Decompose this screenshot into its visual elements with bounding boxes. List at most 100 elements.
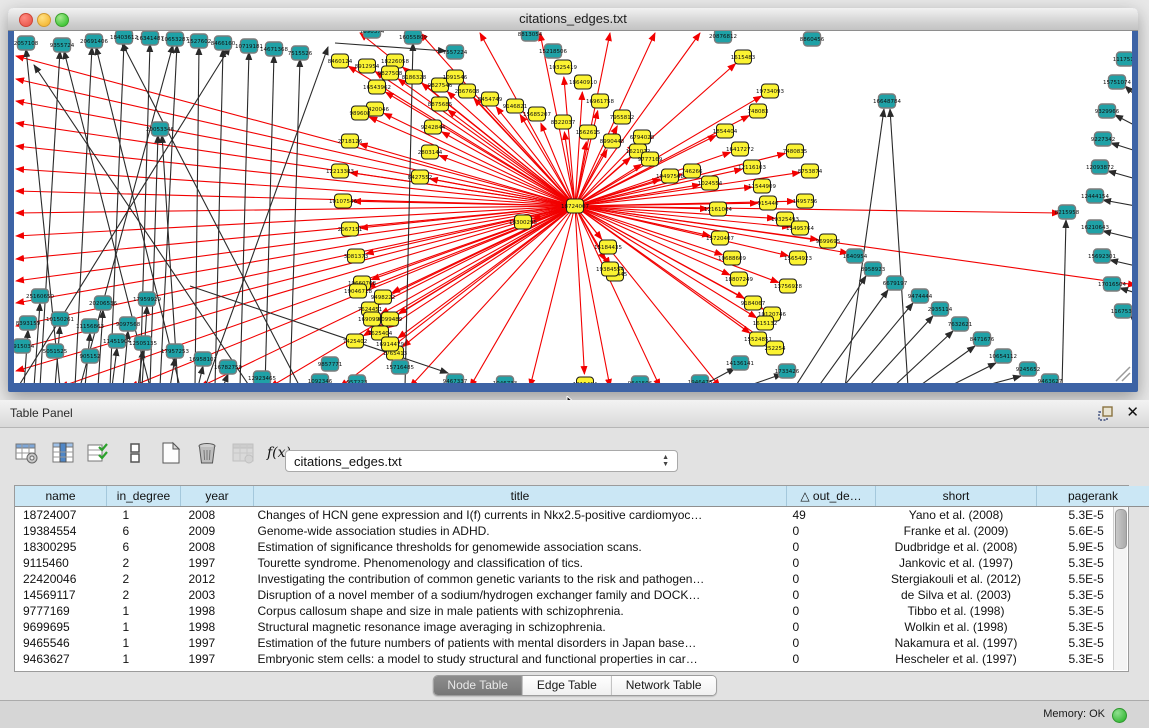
graph-edge[interactable] <box>1103 231 1132 239</box>
cell-title: Embryonic stem cells: a model to study s… <box>254 651 787 667</box>
graph-edge[interactable] <box>868 316 933 383</box>
graph-edge[interactable] <box>381 206 575 314</box>
graph-edge[interactable] <box>198 366 203 383</box>
graph-edge[interactable] <box>410 206 575 383</box>
graph-node-label: 1765413 <box>383 351 408 357</box>
graph-edge[interactable] <box>818 290 888 383</box>
graph-node-label: 18226058 <box>381 59 409 65</box>
graph-edge[interactable] <box>388 206 575 328</box>
table-row[interactable]: 946554611997Estimation of the future num… <box>15 635 1149 651</box>
table-row[interactable]: 1456911722003Disruption of a novel membe… <box>15 587 1149 603</box>
graph-edge[interactable] <box>215 49 223 383</box>
network-graph[interactable]: 2057108935572420691406184036121634148710… <box>14 31 1132 383</box>
graph-node-label: 7480835 <box>783 149 808 155</box>
graph-edge[interactable] <box>1103 200 1132 206</box>
cell-title: Changes of HCN gene expression and I(f) … <box>254 507 787 524</box>
graph-edge[interactable] <box>795 276 866 383</box>
close-panel-icon[interactable]: ✕ <box>1126 403 1139 421</box>
rows-icon[interactable] <box>122 440 148 466</box>
resize-grip-icon[interactable] <box>1116 367 1130 381</box>
graph-node-label: 1854404 <box>713 129 738 135</box>
table-row[interactable]: 1872400712008Changes of HCN gene express… <box>15 507 1149 524</box>
tab-edge-table[interactable]: Edge Table <box>523 676 612 695</box>
graph-edge[interactable] <box>60 206 575 383</box>
cell-pagerank: 5.3E-5 <box>1037 603 1149 619</box>
graph-edge[interactable] <box>1115 115 1132 126</box>
table-scrollbar[interactable] <box>1113 507 1127 670</box>
table-row[interactable]: 977716911998Corpus callosum shape and si… <box>15 603 1149 619</box>
graph-edge[interactable] <box>890 109 908 383</box>
window-titlebar[interactable]: citations_edges.txt <box>8 8 1138 31</box>
float-window-icon[interactable] <box>1098 406 1113 421</box>
tab-network-table[interactable]: Network Table <box>612 676 716 695</box>
network-select-dropdown[interactable]: citations_edges.txt ▲▼ <box>285 450 678 472</box>
table-select-icon[interactable] <box>86 440 112 466</box>
table-row[interactable]: 911546021997Tourette syndrome. Phenomeno… <box>15 555 1149 571</box>
table-settings-icon[interactable] <box>14 440 40 466</box>
trash-icon[interactable] <box>194 440 220 466</box>
column-header-year[interactable]: year <box>181 486 254 507</box>
graph-edge[interactable] <box>530 206 575 383</box>
cell-in_degree: 1 <box>107 619 181 635</box>
graph-node-label: 905152 <box>80 354 101 360</box>
graph-edge[interactable] <box>893 331 953 383</box>
table-row[interactable]: 2242004622012Investigating the contribut… <box>15 571 1149 587</box>
graph-node-label: 18640910 <box>569 80 597 86</box>
graph-edge[interactable] <box>575 206 720 383</box>
graph-edge[interactable] <box>110 43 124 383</box>
graph-edge[interactable] <box>948 363 996 383</box>
table-row[interactable]: 969969511998Structural magnetic resonanc… <box>15 619 1149 635</box>
graph-node-label: 6794028 <box>630 135 655 141</box>
graph-edge[interactable] <box>1110 260 1132 266</box>
graph-edge[interactable] <box>1062 220 1066 383</box>
cell-year: 2012 <box>181 571 254 587</box>
cell-short: Nakamura et al. (1997) <box>876 635 1037 651</box>
graph-node-label: 15685207 <box>523 112 551 118</box>
tab-node-table[interactable]: Node Table <box>433 676 523 695</box>
graph-edge[interactable] <box>1125 86 1132 96</box>
cell-out_degree: 0 <box>787 587 876 603</box>
column-header-short[interactable]: short <box>876 486 1037 507</box>
new-file-icon[interactable] <box>158 440 184 466</box>
graph-edge[interactable] <box>575 206 1132 285</box>
graph-edge[interactable] <box>1108 171 1132 179</box>
graph-edge[interactable] <box>575 206 1060 213</box>
graph-edge[interactable] <box>112 348 117 383</box>
cell-year: 2008 <box>181 507 254 524</box>
graph-edge[interactable] <box>1120 288 1132 293</box>
column-header-out_degree[interactable]: △ out_de… <box>787 486 876 507</box>
graph-node-label: 18403612 <box>110 35 138 41</box>
graph-node-label: 9146821 <box>503 104 528 110</box>
table-column-icon[interactable] <box>50 440 76 466</box>
cell-in_degree: 1 <box>107 603 181 619</box>
graph-node-label: 7425402 <box>343 339 368 345</box>
table-row[interactable]: 946362711997Embryonic stem cells: a mode… <box>15 651 1149 667</box>
graph-edge[interactable] <box>575 33 700 206</box>
graph-node-label: 1915414 <box>573 382 598 383</box>
graph-node-label: 3915034 <box>14 344 35 350</box>
graph-node-label: 12093872 <box>1086 165 1114 171</box>
table-panel: Table Panel ✕ f(x) <box>0 400 1149 700</box>
graph-node-label: 8215958 <box>1055 210 1080 216</box>
table-row[interactable]: 1830029562008Estimation of significance … <box>15 539 1149 555</box>
cell-in_degree: 2 <box>107 555 181 571</box>
graph-node-label: 15716485 <box>386 365 414 371</box>
column-header-in_degree[interactable]: in_degree <box>107 486 181 507</box>
column-header-pagerank[interactable]: pagerank <box>1037 486 1149 507</box>
network-view-window[interactable]: citations_edges.txt 20571089355724206914… <box>8 8 1138 392</box>
scrollbar-thumb[interactable] <box>1115 509 1127 549</box>
graph-node-label: 5051525 <box>43 349 68 355</box>
graph-edge[interactable] <box>240 52 249 383</box>
graph-edge[interactable] <box>745 374 782 383</box>
column-header-name[interactable]: name <box>15 486 107 507</box>
network-canvas[interactable]: 2057108935572420691406184036121634148710… <box>14 31 1132 383</box>
graph-node-label: 16914479 <box>376 342 404 348</box>
cell-in_degree: 6 <box>107 523 181 539</box>
graph-edge[interactable] <box>843 303 913 383</box>
graph-node-label: 16958107 <box>189 357 217 363</box>
graph-edge[interactable] <box>1111 143 1132 151</box>
table-panel-title: Table Panel <box>10 400 73 427</box>
column-header-title[interactable]: title <box>254 486 787 507</box>
graph-edge[interactable] <box>980 376 1021 383</box>
table-row[interactable]: 1938455462009Genome-wide association stu… <box>15 523 1149 539</box>
